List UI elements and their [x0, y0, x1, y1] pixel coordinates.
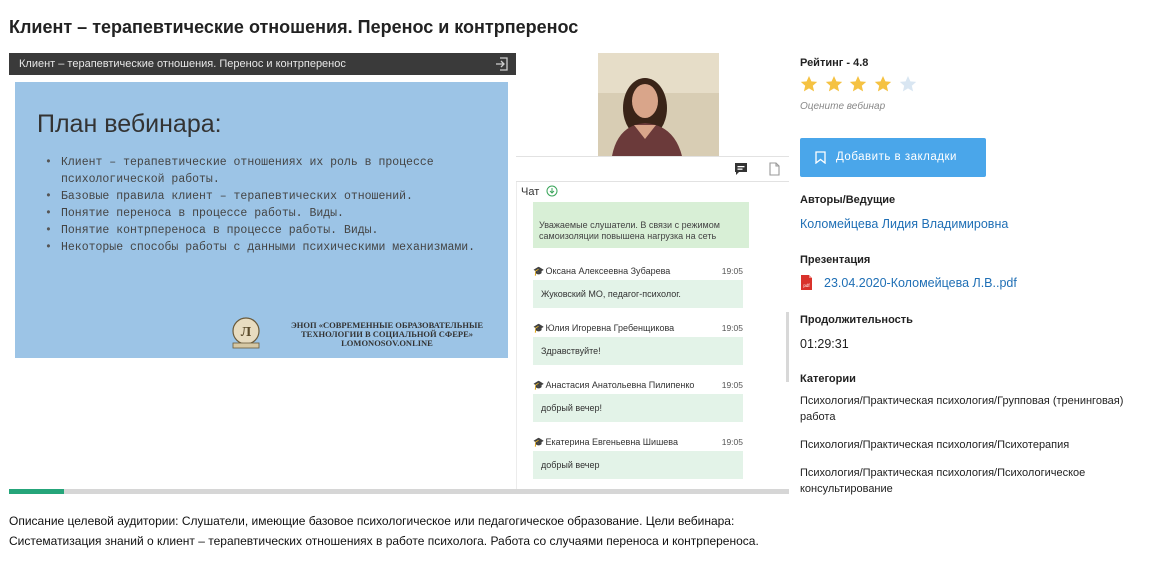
slide-title-bar: Клиент – терапевтические отношения. Пере… [9, 53, 516, 75]
page-title: Клиент – терапевтические отношения. Пере… [9, 17, 579, 37]
chat-label: Чат [521, 186, 540, 198]
duration-value: 01:29:31 [800, 337, 849, 351]
add-bookmark-label: Добавить в закладки [836, 151, 957, 163]
webinar-description: Описание целевой аудитории: Слушатели, и… [9, 514, 759, 548]
webinar-player: Клиент – терапевтические отношения. Пере… [9, 53, 789, 494]
add-bookmark-button[interactable]: Добавить в закладки [800, 138, 986, 177]
category-link[interactable]: Психология/Практическая психология/Групп… [800, 394, 1140, 425]
chat-message-text: Жуковский МО, педагог-психолог. [533, 280, 743, 308]
rate-webinar-hint: Оцените вебинар [800, 101, 886, 112]
chat-tabs [516, 156, 789, 182]
exit-icon[interactable] [494, 56, 510, 72]
lomonosov-logo-icon: Л [232, 317, 260, 349]
bookmark-icon [815, 151, 826, 164]
chat-message-time: 19:05 [721, 323, 743, 333]
graduation-cap-icon: 🎓 [533, 323, 545, 333]
chat-notice: Уважаемые слушатели. В связи с режимом с… [533, 202, 749, 248]
categories-title: Категории [800, 373, 856, 385]
presenter-video[interactable] [598, 53, 719, 156]
chat-message-header: 🎓 Екатерина Евгеньевна Шишева [533, 437, 743, 448]
chat-message-author: Оксана Алексеевна Зубарева [545, 266, 671, 276]
duration-title: Продолжительность [800, 314, 913, 326]
graduation-cap-icon: 🎓 [533, 380, 545, 390]
slide-bullet: Базовые правила клиент – терапевтических… [45, 188, 495, 205]
slide-bullet: Понятие контрпереноса в процессе работы.… [45, 222, 495, 239]
chat-message-time: 19:05 [721, 266, 743, 276]
chat-panel: Чат Уважаемые слушатели. В связи с режим… [516, 182, 789, 494]
presentation-title: Презентация [800, 254, 871, 266]
slide-heading: План вебинара: [37, 110, 222, 138]
slide-logo-text: ЭНОП «СОВРЕМЕННЫЕ ОБРАЗОВАТЕЛЬНЫЕ ТЕХНОЛ… [267, 321, 507, 348]
slide-bullet: Понятие переноса в процессе работы. Виды… [45, 205, 495, 222]
document-icon[interactable] [767, 162, 781, 176]
authors-title: Авторы/Ведущие [800, 194, 896, 206]
presenter-video-frame [598, 53, 719, 156]
star-filled-icon[interactable] [874, 75, 892, 93]
slide-bullet: Клиент – терапевтические отношениях их р… [45, 154, 495, 188]
logo-text-line: LOMONOSOV.ONLINE [341, 338, 433, 348]
chat-message-text: добрый вечер [533, 451, 743, 479]
star-filled-icon[interactable] [825, 75, 843, 93]
rating-stars[interactable] [800, 75, 923, 95]
chat-scrollbar[interactable] [786, 312, 789, 382]
star-empty-icon[interactable] [899, 75, 917, 93]
chat-message-time: 19:05 [721, 437, 743, 447]
presentation-slide: План вебинара: Клиент – терапевтические … [15, 82, 508, 358]
chat-message-header: 🎓 Юлия Игоревна Гребенщикова [533, 323, 743, 334]
playback-progress-fill [9, 489, 64, 494]
star-filled-icon[interactable] [800, 75, 818, 93]
chat-message-header: 🎓 Оксана Алексеевна Зубарева [533, 266, 743, 277]
slide-bar-title: Клиент – терапевтические отношения. Пере… [19, 58, 346, 70]
star-filled-icon[interactable] [849, 75, 867, 93]
svg-text:Л: Л [241, 325, 252, 340]
category-link[interactable]: Психология/Практическая психология/Психо… [800, 466, 1140, 497]
graduation-cap-icon: 🎓 [533, 437, 545, 447]
chat-message-author: Екатерина Евгеньевна Шишева [545, 437, 678, 447]
chat-message-author: Юлия Игоревна Гребенщикова [545, 323, 675, 333]
chat-message-header: 🎓 Анастасия Анатольевна Пилипенко [533, 380, 743, 391]
chat-message-text: добрый вечер! [533, 394, 743, 422]
chat-message-time: 19:05 [721, 380, 743, 390]
download-circle-icon[interactable] [546, 185, 558, 197]
presentation-file-link[interactable]: 23.04.2020-Коломейцева Л.В..pdf [824, 276, 1017, 290]
slide-bullet: Некоторые способы работы с данными психи… [45, 239, 495, 256]
author-link[interactable]: Коломейцева Лидия Владимировна [800, 217, 1008, 231]
chat-message-text: Здравствуйте! [533, 337, 743, 365]
playback-progress-bar[interactable] [9, 489, 789, 494]
rating-label: Рейтинг - 4.8 [800, 57, 869, 69]
pdf-file-icon: pdf [801, 275, 812, 290]
pdf-icon-label: pdf [803, 283, 810, 288]
category-link[interactable]: Психология/Практическая психология/Психо… [800, 438, 1140, 454]
slide-bullet-list: Клиент – терапевтические отношениях их р… [45, 154, 495, 256]
graduation-cap-icon: 🎓 [533, 266, 545, 276]
chat-bubble-icon[interactable] [734, 162, 748, 176]
chat-message-author: Анастасия Анатольевна Пилипенко [545, 380, 695, 390]
slide-area: Клиент – терапевтические отношения. Пере… [9, 53, 516, 494]
